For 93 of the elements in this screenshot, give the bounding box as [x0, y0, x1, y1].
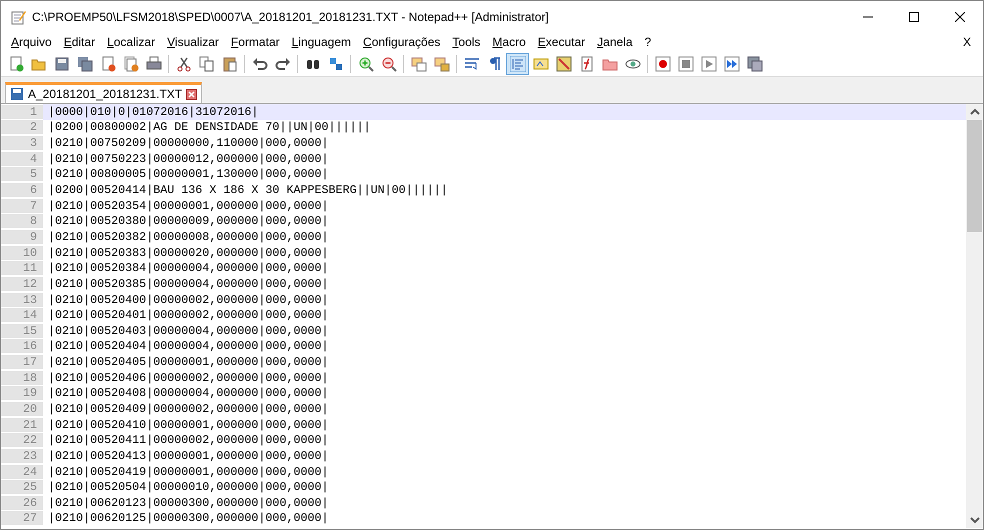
line-number: 6 — [1, 183, 43, 198]
menu-item[interactable]: Visualizar — [161, 35, 225, 49]
line-number: 23 — [1, 448, 43, 463]
menu-item[interactable]: Janela — [591, 35, 639, 49]
close-document-button[interactable]: X — [956, 34, 977, 50]
code-line: |0210|00520384|00000004,000000|000,0000| — [47, 260, 330, 276]
line-number: 7 — [1, 198, 43, 213]
line-number: 25 — [1, 480, 43, 494]
play-icon — [700, 56, 716, 72]
line-number: 20 — [1, 402, 43, 416]
line-number: 8 — [1, 214, 43, 228]
window-title: C:\PROEMP50\LFSM2018\SPED\0007\A_20181201_20181231.TXT - Notepad++ [Administrator] — [32, 10, 550, 24]
line-number: 17 — [1, 355, 43, 370]
menu-item[interactable]: Macro — [486, 35, 532, 49]
code-line: |0210|00750209|00000000,110000|000,0000| — [47, 135, 330, 151]
code-line: |0210|00520419|00000001,000000|000,0000| — [47, 464, 330, 480]
line-number: 1 — [1, 104, 43, 119]
menu-item[interactable]: Editar — [58, 35, 102, 49]
code-line: |0210|00520504|00000010,000000|000,0000| — [47, 479, 330, 496]
close-file-icon — [100, 56, 116, 72]
close-tab-icon — [186, 88, 198, 100]
printer-icon — [146, 56, 162, 72]
code-line: |0210|00520406|00000002,000000|000,0000| — [47, 370, 330, 386]
line-number: 13 — [1, 292, 43, 306]
line-number: 15 — [1, 324, 43, 338]
code-line: |0210|00520400|00000002,000000|000,0000| — [47, 292, 330, 308]
record-icon — [654, 56, 670, 72]
word-wrap-icon — [464, 56, 480, 72]
menu-item[interactable]: ? — [638, 35, 658, 49]
code-line: |0210|00520380|00000009,000000|000,0000| — [47, 213, 330, 230]
close-icon — [955, 12, 965, 22]
line-number: 24 — [1, 464, 43, 479]
line-number: 10 — [1, 246, 43, 260]
code-line: |0210|00520405|00000001,000000|000,0000| — [47, 354, 330, 370]
code-line: |0210|00520385|00000004,000000|000,0000| — [47, 276, 330, 292]
menu-item[interactable]: Formatar — [224, 35, 286, 49]
code-line: |0210|00520411|00000002,000000|000,0000| — [47, 432, 330, 448]
menu-item[interactable]: Linguagem — [286, 35, 358, 49]
code-line: |0210|00520382|00000008,000000|000,0000| — [47, 229, 330, 245]
notepad-icon — [10, 8, 26, 24]
menu-item[interactable]: Configurações — [357, 35, 446, 49]
line-number: 26 — [1, 496, 43, 510]
code-line: |0210|00750223|00000012,000000|000,0000| — [47, 150, 330, 167]
floppy-disks-icon — [76, 56, 92, 72]
menu-item[interactable]: Tools — [446, 35, 486, 49]
copy-icon — [198, 56, 214, 72]
menu-item[interactable]: Executar — [532, 35, 592, 49]
stop-icon — [678, 56, 694, 72]
code-line: |0210|00620123|00000300,000000|000,0000| — [47, 495, 330, 511]
maximize-icon — [909, 12, 919, 22]
code-line: |0210|00520401|00000002,000000|000,0000| — [47, 307, 330, 323]
function-list-icon — [578, 56, 594, 72]
line-number: 27 — [1, 511, 43, 526]
code-line: |0210|00520403|00000004,000000|000,0000| — [47, 322, 330, 339]
menu-item[interactable]: Localizar — [101, 35, 162, 49]
code-line: |0200|00800002|AG DE DENSIDADE 70||UN|00|||||| — [47, 120, 372, 136]
code-line: |0210|00520408|00000004,000000|000,0000| — [47, 386, 330, 402]
line-number: 3 — [1, 136, 43, 150]
fast-forward-icon — [724, 56, 740, 72]
scrollbar[interactable] — [966, 104, 983, 528]
zoom-out-icon — [380, 56, 396, 72]
line-number: 4 — [1, 152, 43, 166]
scissors-icon — [176, 56, 192, 72]
line-number: 18 — [1, 370, 43, 385]
line-number: 5 — [1, 167, 43, 182]
code-line: |0200|00520414|BAU 136 X 186 X 30 KAPPESBERG||UN|00|||||| — [47, 182, 449, 198]
line-number: 11 — [1, 261, 43, 276]
undo-icon — [252, 56, 268, 72]
code-line: |0210|00520404|00000004,000000|000,0000| — [47, 338, 330, 354]
scroll-thumb[interactable] — [967, 120, 982, 232]
line-number: 22 — [1, 433, 43, 448]
new-file-icon — [8, 56, 24, 72]
line-number: 16 — [1, 339, 43, 354]
code-line: |0210|00520413|00000001,000000|000,0000| — [47, 448, 330, 464]
line-number: 9 — [1, 230, 43, 244]
menu-item[interactable]: Arquivo — [5, 35, 58, 49]
code-line: |0210|00520410|00000001,000000|000,0000| — [47, 416, 330, 432]
code-line: |0210|00620125|00000300,000000|000,0000| — [47, 510, 330, 526]
code-line: |0210|00520409|00000002,000000|000,0000| — [47, 401, 330, 417]
zoom-in-icon — [358, 56, 374, 72]
line-number: 14 — [1, 308, 43, 322]
indent-guide-icon — [510, 56, 526, 72]
line-number: 2 — [1, 120, 43, 134]
code-line: |0210|00520383|00000020,000000|000,0000| — [47, 244, 330, 260]
line-number: 12 — [1, 276, 43, 291]
line-number: 21 — [1, 418, 43, 432]
code-line: |0210|00520354|00000001,000000|000,0000| — [47, 198, 330, 214]
paste-icon — [222, 56, 238, 72]
redo-icon — [274, 56, 290, 72]
line-number: 19 — [1, 386, 43, 400]
code-line: |0210|00800005|00000001,130000|000,0000| — [47, 166, 330, 182]
close-files-icon — [122, 56, 138, 72]
file-tab[interactable]: A_20181201_20181231.TXT — [5, 82, 202, 103]
